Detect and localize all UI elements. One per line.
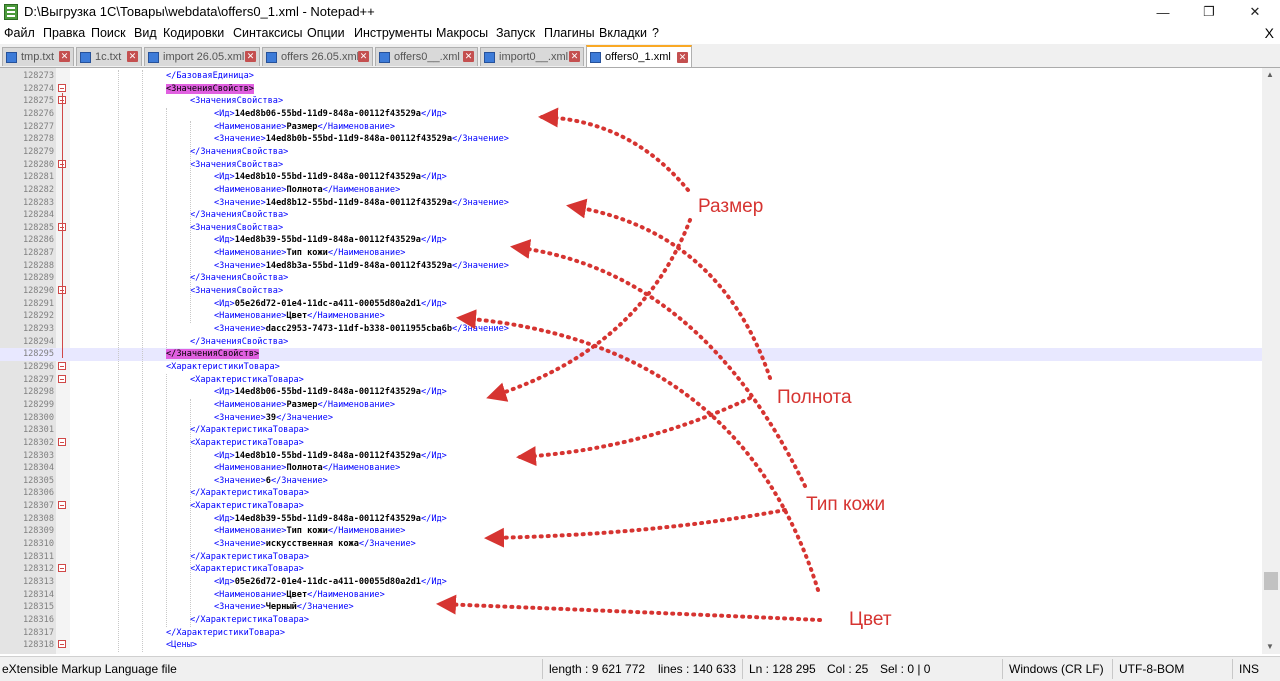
status-encoding[interactable]: UTF-8-BOM <box>1119 662 1184 676</box>
status-divider <box>742 659 743 679</box>
annotation-size: Размер <box>698 196 764 217</box>
arrow-fullness-characteristics <box>516 396 752 467</box>
status-file-type: eXtensible Markup Language file <box>2 662 177 676</box>
arrow-size-properties <box>538 107 690 192</box>
status-divider <box>1112 659 1113 679</box>
status-divider <box>542 659 543 679</box>
arrow-size-characteristics <box>486 218 692 402</box>
arrow-leather-characteristics <box>484 508 787 548</box>
status-divider <box>1002 659 1003 679</box>
status-eol[interactable]: Windows (CR LF) <box>1009 662 1104 676</box>
arrow-color-characteristics <box>436 594 822 622</box>
status-col: Col : 25 <box>827 662 869 676</box>
status-bar: eXtensible Markup Language file length :… <box>0 656 1280 681</box>
status-sel: Sel : 0 | 0 <box>880 662 931 676</box>
arrow-leather-properties <box>510 239 807 488</box>
annotation-arrows <box>436 107 822 622</box>
status-divider <box>1232 659 1233 679</box>
annotation-color: Цвет <box>849 609 892 630</box>
annotation-leather: Тип кожи <box>806 494 886 515</box>
status-length: length : 9 621 772 <box>549 662 646 676</box>
status-mode[interactable]: INS <box>1239 662 1259 676</box>
status-ln: Ln : 128 295 <box>749 662 816 676</box>
annotation-fullness: Полнота <box>777 387 852 408</box>
arrow-fullness-properties <box>566 198 772 380</box>
status-lines: lines : 140 633 <box>658 662 737 676</box>
